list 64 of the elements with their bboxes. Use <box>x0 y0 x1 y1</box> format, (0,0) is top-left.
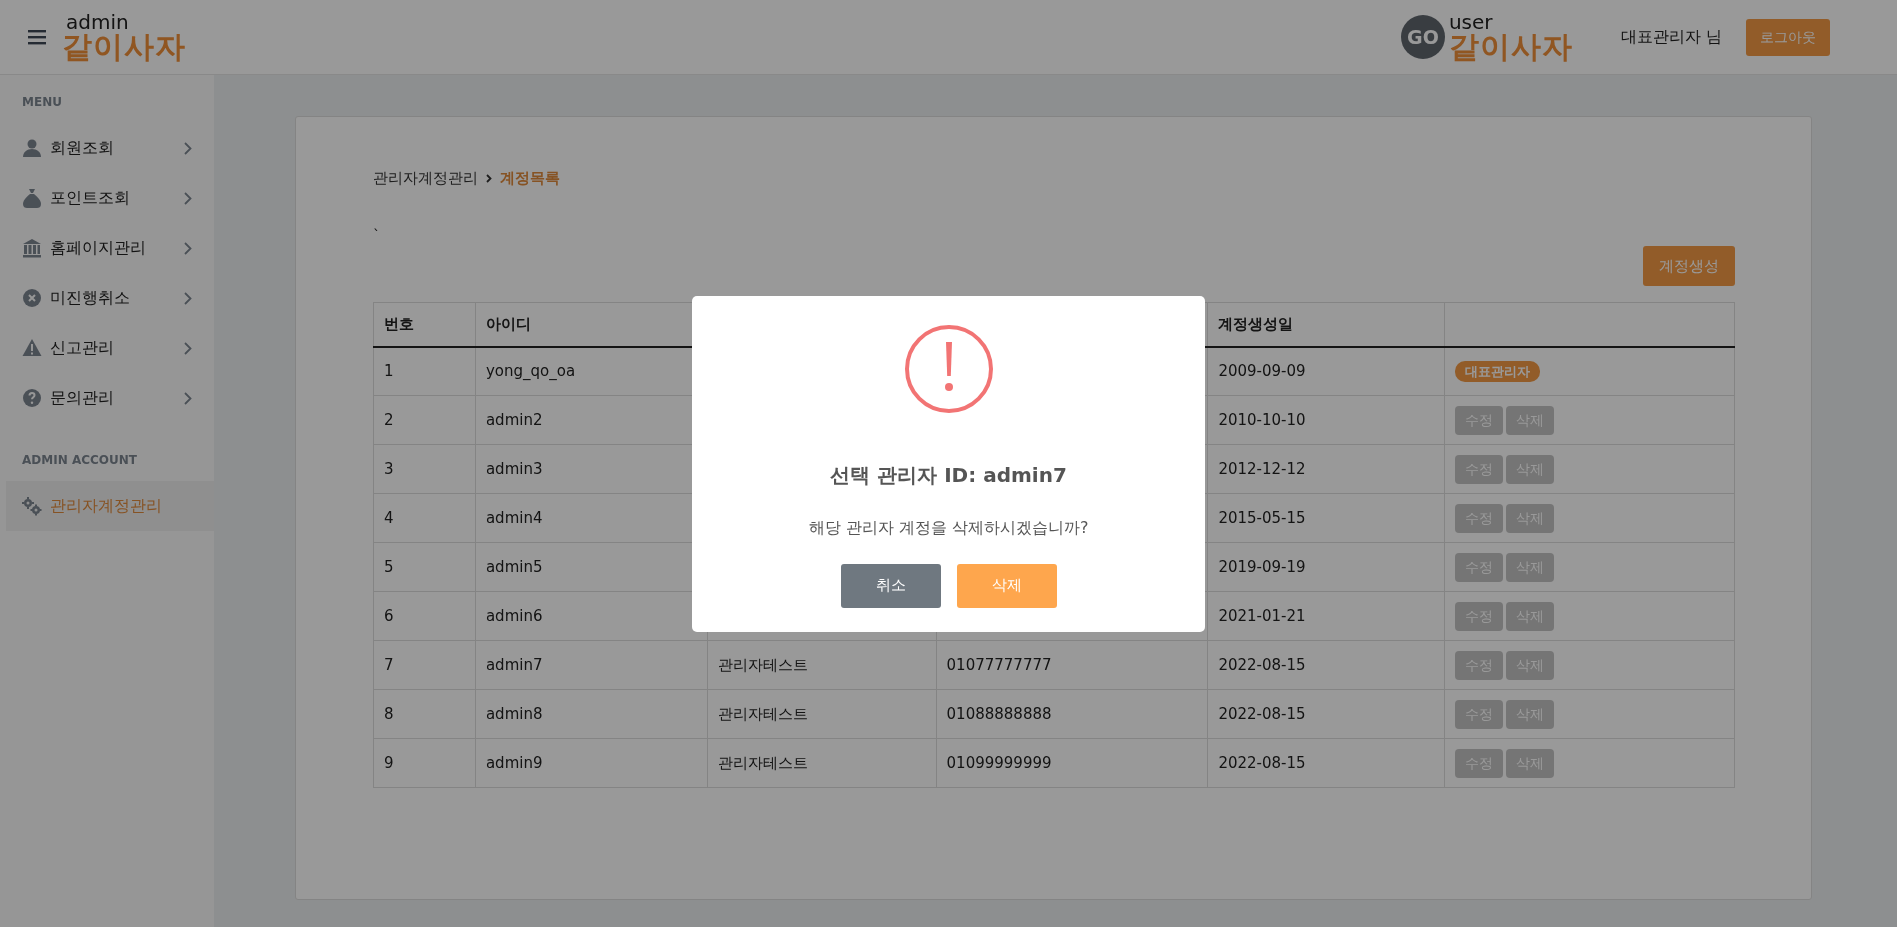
table-cell: 7 <box>373 640 476 690</box>
table-cell: 2 <box>373 395 476 445</box>
table-cell: 2021-01-21 <box>1207 591 1445 641</box>
table-cell: 2022-08-15 <box>1207 738 1445 788</box>
go-badge: GO <box>1400 15 1445 59</box>
section-heading: ADMIN ACCOUNT <box>21 452 138 469</box>
person-icon <box>22 138 42 158</box>
cancel-button[interactable]: 취소 <box>840 563 941 608</box>
table-cell: 관리자테스트 <box>707 640 937 690</box>
table-cell: 관리자테스트 <box>707 738 937 788</box>
dialog-title: 선택 관리자 ID: admin7 <box>830 461 1067 489</box>
user-name: 대표관리자 님 <box>1620 26 1722 48</box>
chevron-right-icon <box>486 173 492 183</box>
table-cell: 관리자테스트 <box>707 689 937 739</box>
table-cell: admin7 <box>475 640 708 690</box>
sidebar-item[interactable]: 관리자계정관리 <box>6 481 214 531</box>
sidebar-item[interactable]: 문의관리 <box>0 373 214 423</box>
gears-icon <box>22 496 42 516</box>
bank-icon <box>22 238 42 258</box>
sidebar-item[interactable]: 회원조회 <box>0 123 214 173</box>
table-cell: 2019-09-19 <box>1207 542 1445 592</box>
logo-text: 같이사자 <box>62 32 186 62</box>
table-cell: 9 <box>373 738 476 788</box>
table-cell: 4 <box>373 493 476 543</box>
money-bag-icon <box>22 188 42 208</box>
table-cell: 2022-08-15 <box>1207 640 1445 690</box>
table-cell: admin8 <box>475 689 708 739</box>
breadcrumb-item[interactable]: 관리자계정관리 <box>373 167 478 190</box>
table-cell: 1 <box>373 346 476 396</box>
sidebar-item[interactable]: 미진행취소 <box>0 273 214 323</box>
sidebar-item[interactable]: 홈페이지관리 <box>0 223 214 273</box>
stray-mark: ` <box>373 227 380 242</box>
logo-subtitle: user <box>1448 12 1494 32</box>
breadcrumb-item: 계정목록 <box>500 168 560 189</box>
table-cell: 2022-08-15 <box>1207 689 1445 739</box>
table-cell: 01088888888 <box>936 689 1208 739</box>
table-cell: admin9 <box>475 738 708 788</box>
table-cell: 2015-05-15 <box>1207 493 1445 543</box>
logout-button[interactable]: 로그아웃 <box>1746 18 1830 56</box>
close-circle-icon <box>22 288 42 308</box>
role-tag: 대표관리자 <box>1455 361 1541 382</box>
column-header: 계정생성일 <box>1207 302 1445 347</box>
sidebar-item[interactable]: 포인트조회 <box>0 173 214 223</box>
table-cell: 01099999999 <box>936 738 1208 788</box>
table-cell: 2010-10-10 <box>1207 395 1445 445</box>
table-cell: 6 <box>373 591 476 641</box>
table-cell: 8 <box>373 689 476 739</box>
table-cell: 2009-09-09 <box>1207 346 1445 396</box>
warning-icon <box>903 323 994 414</box>
warning-icon <box>22 338 42 358</box>
question-circle-icon <box>22 388 42 408</box>
section-heading: MENU <box>21 94 63 111</box>
sidebar-item[interactable]: 신고관리 <box>0 323 214 373</box>
confirm-button[interactable]: 삭제 <box>956 563 1057 608</box>
table-cell: 01077777777 <box>936 640 1208 690</box>
table-cell: 2012-12-12 <box>1207 444 1445 494</box>
logo-subtitle: admin <box>66 12 130 32</box>
table-cell: 5 <box>373 542 476 592</box>
create-account-button[interactable]: 계정생성 <box>1643 245 1735 286</box>
column-header: 번호 <box>373 302 476 347</box>
logo-text: 같이사자 <box>1448 32 1573 62</box>
menu-icon[interactable] <box>28 29 46 45</box>
table-cell: 3 <box>373 444 476 494</box>
dialog-message: 해당 관리자 계정을 삭제하시겠습니까? <box>808 516 1089 539</box>
